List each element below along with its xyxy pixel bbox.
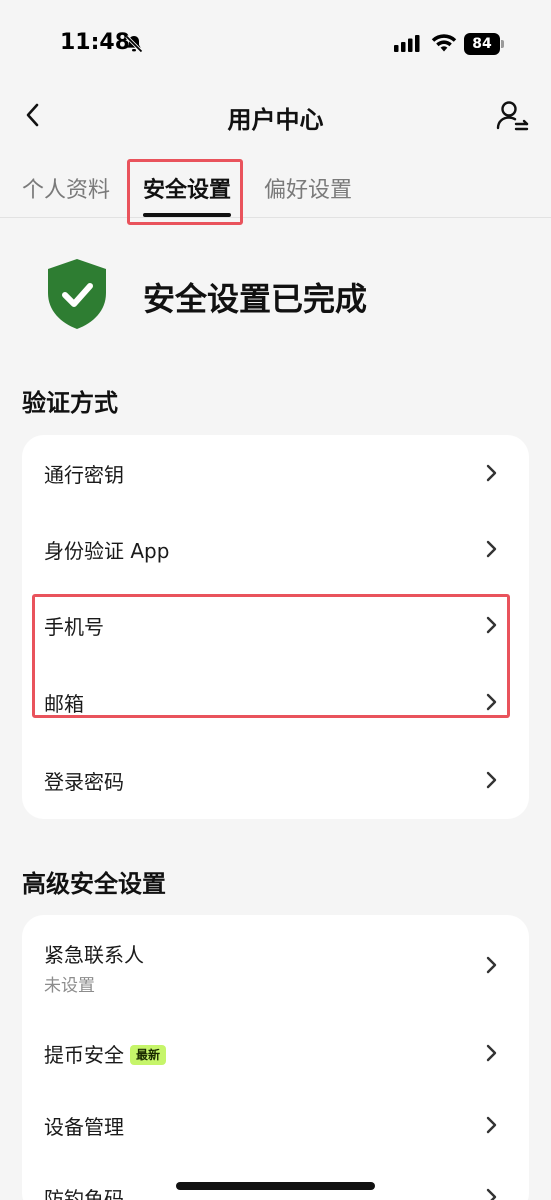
chevron-right-icon (486, 464, 497, 482)
chevron-right-icon (486, 771, 497, 789)
page-title: 用户中心 (227, 106, 324, 134)
row-label: 身份验证 App (44, 539, 170, 563)
row-label: 登录密码 (44, 770, 124, 794)
verification-section-title: 验证方式 (22, 389, 118, 417)
chevron-right-icon (486, 540, 497, 558)
status-time: 11:48 (60, 30, 131, 55)
rows-highlight-box (32, 594, 510, 718)
shield-check-icon (48, 259, 106, 329)
row-label: 设备管理 (44, 1115, 124, 1139)
chevron-right-icon (486, 1188, 497, 1200)
cellular-signal-icon (394, 35, 420, 52)
battery-indicator: 84 (464, 33, 504, 55)
row-authenticator-app[interactable]: 身份验证 App (22, 511, 529, 587)
chevron-right-icon (486, 956, 497, 974)
row-label: 防钓鱼码 (44, 1187, 124, 1200)
status-bar: 11:48 84 (0, 0, 551, 84)
row-emergency-contact[interactable]: 紧急联系人 未设置 (22, 915, 529, 1015)
row-label: 紧急联系人 (44, 943, 144, 967)
tab-preferences[interactable]: 偏好设置 (264, 172, 352, 204)
advanced-card: 紧急联系人 未设置 提币安全 最新 设备管理 防钓鱼码 (22, 915, 529, 1200)
bell-slash-icon (125, 35, 143, 53)
tab-bar: 个人资料 安全设置 偏好设置 (0, 160, 551, 218)
row-withdrawal-security[interactable]: 提币安全 最新 (22, 1015, 529, 1091)
row-status-text: 未设置 (44, 976, 95, 996)
user-switch-icon[interactable] (494, 98, 530, 134)
home-indicator[interactable] (176, 1182, 375, 1190)
row-label: 提币安全 (44, 1043, 124, 1067)
new-badge: 最新 (130, 1045, 167, 1065)
security-complete-title: 安全设置已完成 (143, 280, 368, 318)
row-anti-phishing-code[interactable]: 防钓鱼码 (22, 1159, 529, 1200)
row-label: 通行密钥 (44, 463, 124, 487)
battery-level: 84 (464, 33, 500, 55)
advanced-section-title: 高级安全设置 (22, 870, 166, 898)
tab-profile[interactable]: 个人资料 (22, 172, 110, 204)
row-label-group: 提币安全 最新 (44, 1039, 167, 1068)
chevron-right-icon (486, 1116, 497, 1134)
row-device-management[interactable]: 设备管理 (22, 1087, 529, 1163)
wifi-icon (431, 34, 457, 52)
tab-highlight-box (127, 159, 243, 225)
row-login-password[interactable]: 登录密码 (22, 742, 529, 818)
row-passkey[interactable]: 通行密钥 (22, 435, 529, 511)
chevron-right-icon (486, 1044, 497, 1062)
